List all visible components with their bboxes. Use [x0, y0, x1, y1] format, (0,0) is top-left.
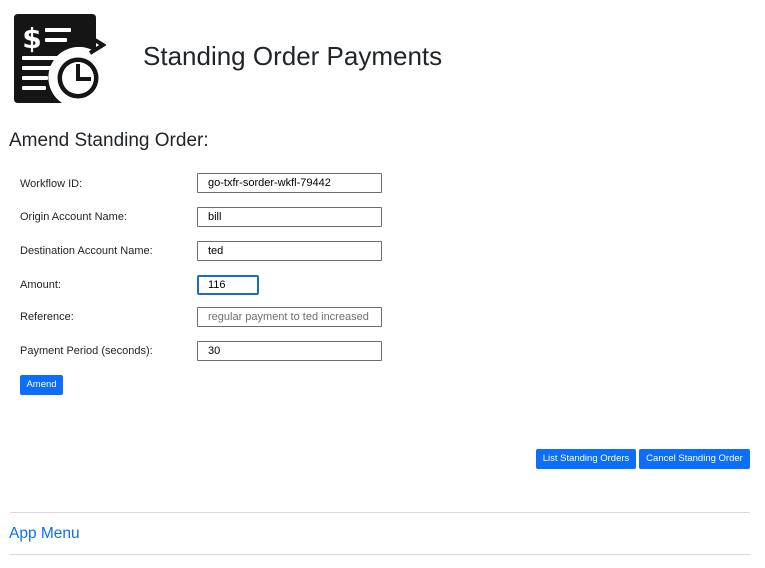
- payment-period-label: Payment Period (seconds):: [20, 345, 153, 357]
- standing-order-logo-icon: $: [14, 14, 106, 103]
- svg-text:$: $: [22, 22, 41, 55]
- workflow-id-label: Workflow ID:: [20, 178, 83, 190]
- divider-bottom: [10, 554, 750, 555]
- origin-account-input[interactable]: [197, 207, 382, 227]
- amend-button[interactable]: Amend: [20, 375, 63, 395]
- destination-account-input[interactable]: [197, 241, 382, 261]
- reference-label: Reference:: [20, 311, 74, 323]
- amend-form-heading: Amend Standing Order:: [9, 130, 209, 151]
- page-title: Standing Order Payments: [143, 41, 443, 71]
- origin-account-label: Origin Account Name:: [20, 211, 127, 223]
- app-menu-link[interactable]: App Menu: [9, 524, 80, 544]
- payment-period-input[interactable]: [197, 341, 382, 361]
- list-standing-orders-button[interactable]: List Standing Orders: [536, 449, 636, 469]
- workflow-id-input[interactable]: [197, 173, 382, 193]
- amount-label: Amount:: [20, 279, 61, 291]
- destination-account-label: Destination Account Name:: [20, 245, 153, 257]
- reference-input[interactable]: [197, 307, 382, 327]
- cancel-standing-order-button[interactable]: Cancel Standing Order: [639, 449, 750, 469]
- amount-input[interactable]: [197, 275, 259, 295]
- divider-top: [10, 512, 750, 513]
